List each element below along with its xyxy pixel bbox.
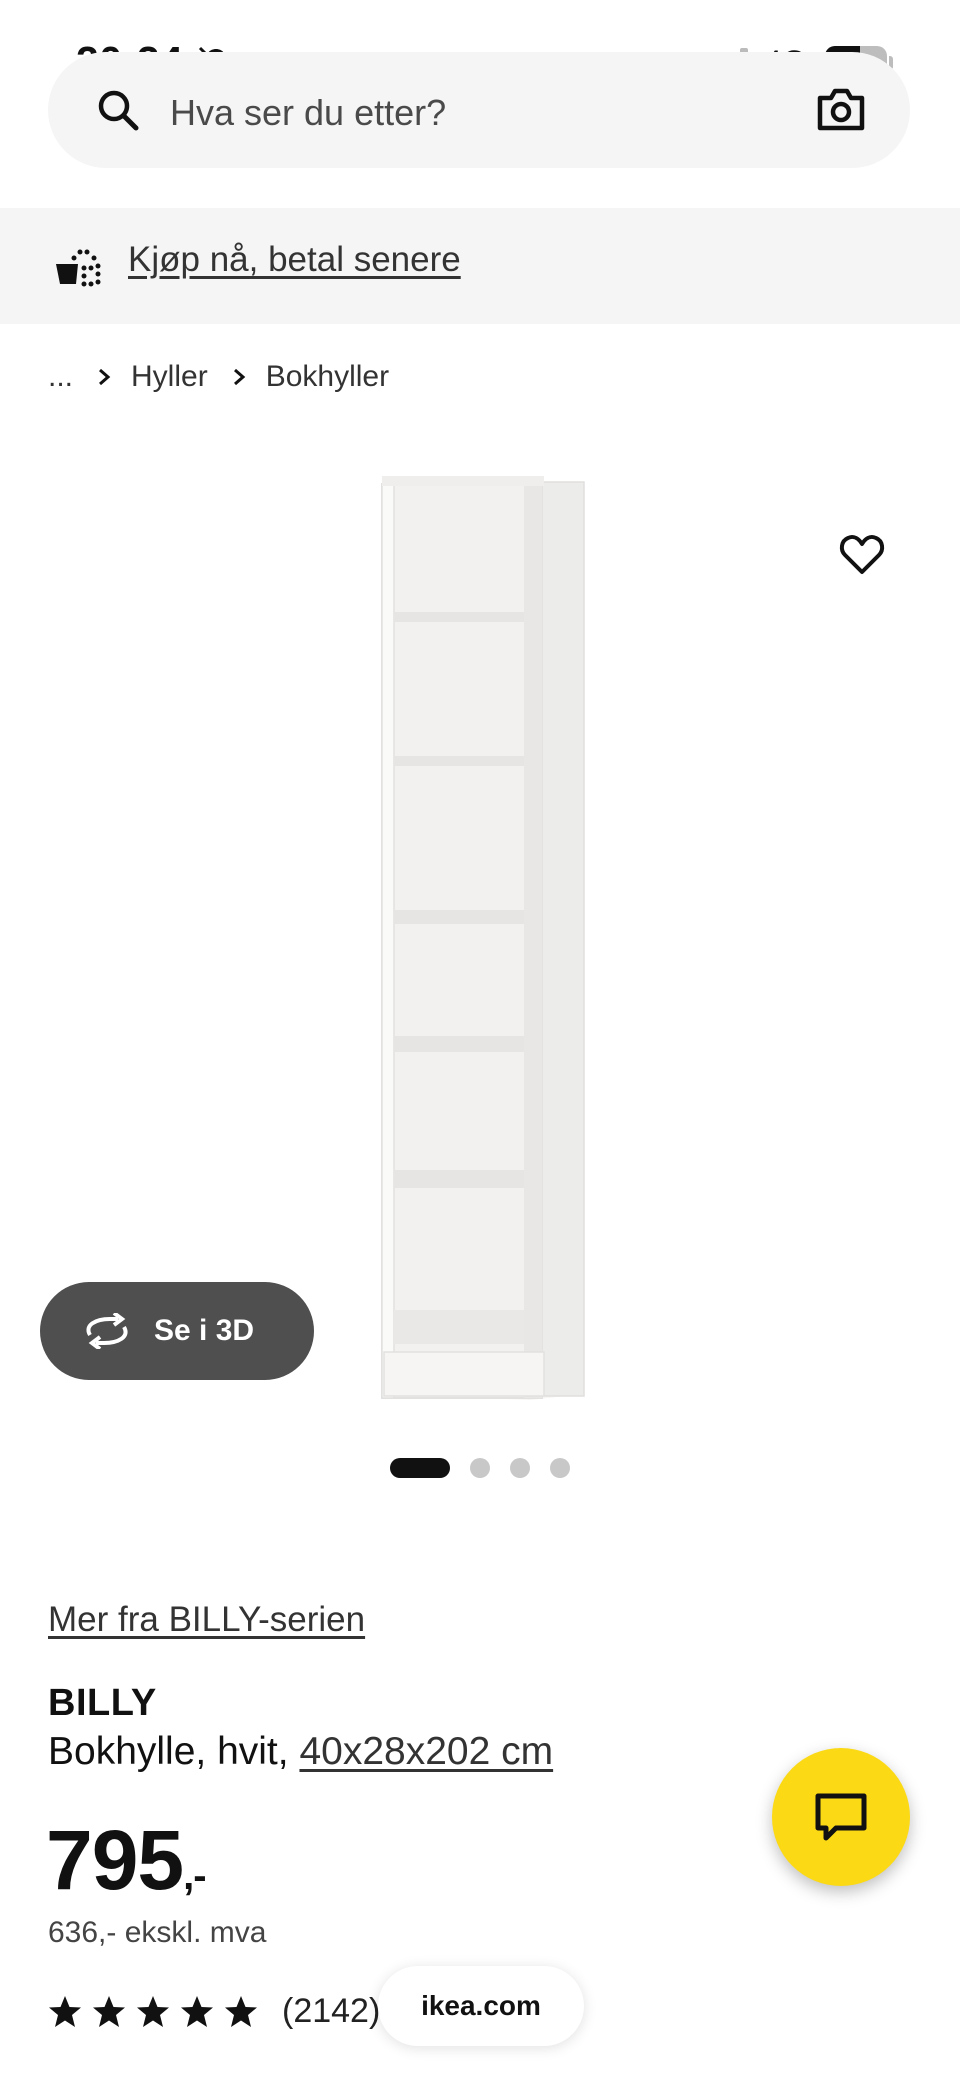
search-input[interactable]: [168, 84, 772, 142]
carousel-dots: [390, 1458, 570, 1478]
chat-icon: [815, 1793, 867, 1841]
camera-icon[interactable]: [816, 86, 866, 132]
rotate-icon: [86, 1313, 128, 1349]
view-3d-label: Se i 3D: [154, 1314, 255, 1347]
search-icon[interactable]: [96, 88, 140, 132]
product-image[interactable]: [370, 470, 590, 1410]
view-3d-button[interactable]: Se i 3D: [40, 1282, 314, 1380]
dimensions-link[interactable]: 40x28x202 cm: [299, 1730, 553, 1773]
chevron-right-icon: [99, 368, 111, 386]
product-name: BILLY: [48, 1682, 157, 1724]
rating[interactable]: (2142): [48, 1992, 380, 2031]
bnpl-icon: [56, 249, 101, 287]
star-icon: [49, 1995, 81, 2027]
price-value: 795: [46, 1813, 184, 1907]
rating-stars: [48, 1995, 268, 2029]
star-icon: [137, 1995, 169, 2027]
review-count: (2142): [282, 1992, 381, 2030]
browser-domain[interactable]: ikea.com: [378, 1966, 584, 2046]
carousel-dot[interactable]: [390, 1458, 450, 1478]
chevron-right-icon: [233, 368, 245, 386]
star-icon: [181, 1995, 213, 2027]
breadcrumb-bokhyller[interactable]: Bokhyller: [266, 360, 389, 394]
heart-icon[interactable]: [838, 530, 886, 578]
carousel-dot[interactable]: [470, 1458, 490, 1478]
price-suffix: ,-: [183, 1854, 206, 1898]
carousel-dot[interactable]: [510, 1458, 530, 1478]
star-icon: [93, 1995, 125, 2027]
bnpl-link[interactable]: Kjøp nå, betal senere: [128, 240, 461, 280]
star-icon: [225, 1995, 257, 2027]
carousel-dot[interactable]: [550, 1458, 570, 1478]
breadcrumb-ellipsis[interactable]: ...: [48, 360, 73, 394]
product-description: Bokhylle, hvit, 40x28x202 cm: [48, 1730, 553, 1774]
breadcrumb: ... Hyller Bokhyller: [48, 357, 389, 397]
price: 795,-: [46, 1812, 207, 1909]
price-ex-vat: 636,- ekskl. mva: [48, 1916, 267, 1949]
product-type: Bokhylle, hvit,: [48, 1730, 300, 1773]
breadcrumb-hyller[interactable]: Hyller: [131, 360, 208, 394]
chat-button[interactable]: [772, 1748, 910, 1886]
series-link[interactable]: Mer fra BILLY-serien: [48, 1600, 365, 1640]
